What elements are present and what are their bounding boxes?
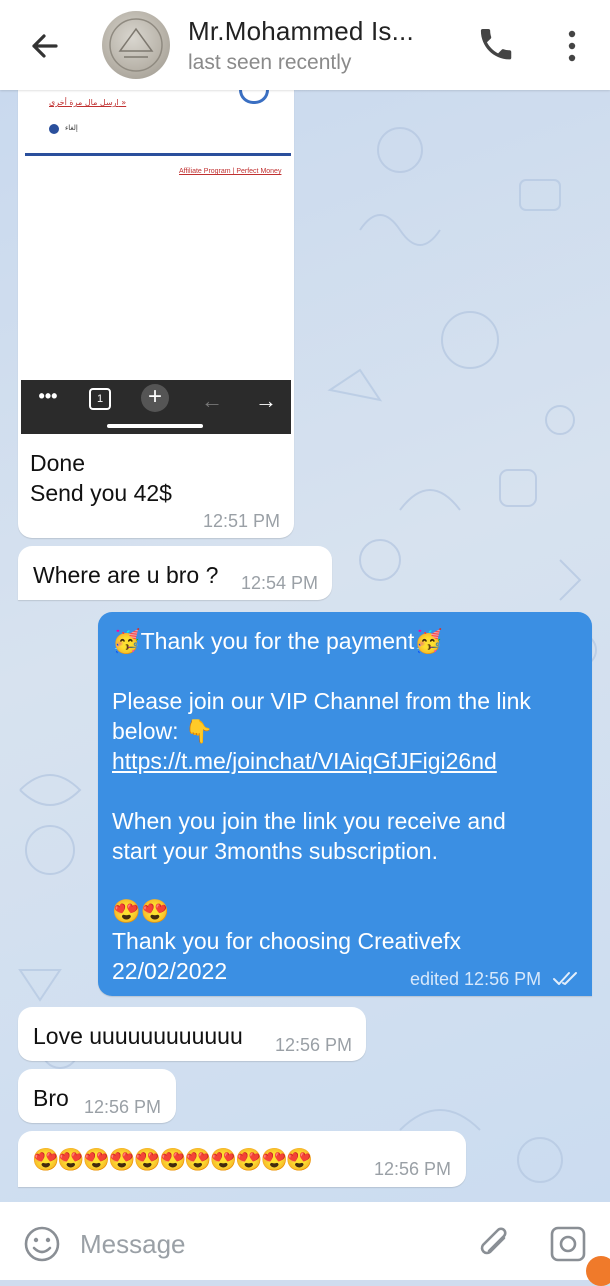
message-time: edited 12:56 PM — [410, 969, 542, 989]
message-text: 😍😍😍😍😍😍😍😍😍😍😍 — [32, 1147, 313, 1172]
camera-icon[interactable] — [548, 1224, 588, 1264]
browser-navbar: ••• 1 + ← → — [21, 380, 291, 434]
arabic-link: ارسل مال مرة أخرى » — [49, 98, 127, 107]
message-text: Done Send you 42$ — [30, 450, 172, 506]
chat-header: Mr.Mohammed Is... last seen recently — [0, 0, 610, 90]
message-time: 12:56 PM — [275, 1035, 353, 1055]
phone-icon[interactable] — [474, 24, 518, 68]
small-label: إلغاء — [65, 124, 78, 132]
message-bubble-outgoing[interactable]: 🥳Thank you for the payment🥳 Please join … — [98, 612, 592, 996]
avatar[interactable] — [102, 11, 170, 79]
arrow-back-icon[interactable]: ← — [199, 388, 225, 416]
message-line: 🥳Thank you for the payment🥳 — [112, 628, 443, 654]
message-time: 12:56 PM — [374, 1159, 452, 1179]
message-text: Love uuuuuuuuuuuu — [33, 1023, 243, 1049]
attach-icon[interactable] — [476, 1224, 514, 1264]
message-line: When you join the link you receive and — [112, 808, 506, 834]
image-attachment[interactable]: ارسل مال مرة أخرى » إلغاء Affiliate Prog… — [21, 90, 291, 434]
message-bubble-incoming[interactable]: Bro 12:56 PM — [18, 1069, 176, 1123]
tab-count-icon[interactable]: 1 — [89, 388, 111, 410]
message-time: 12:51 PM — [203, 511, 281, 531]
message-input-bar: Message — [0, 1202, 610, 1280]
message-line: start your 3months subscription. — [112, 838, 438, 864]
message-input[interactable]: Message — [80, 1229, 186, 1260]
radio-icon — [49, 124, 59, 134]
contact-name[interactable]: Mr.Mohammed Is... — [188, 16, 414, 47]
emoji-icon[interactable] — [22, 1224, 62, 1264]
message-bubble-incoming[interactable]: Where are u bro ? 12:54 PM — [18, 546, 332, 600]
message-time: 12:54 PM — [241, 573, 319, 593]
message-line: 22/02/2022 — [112, 958, 228, 984]
message-line: below: 👇 — [112, 718, 214, 744]
arrow-forward-icon[interactable]: → — [253, 388, 279, 416]
invite-link[interactable]: https://t.me/joinchat/VIAiqGfJFigi26nd — [112, 746, 497, 776]
message-text: Bro — [33, 1085, 69, 1111]
message-time: 12:56 PM — [84, 1097, 162, 1117]
home-indicator — [107, 424, 203, 428]
message-text: Where are u bro ? — [33, 562, 219, 588]
more-horiz-icon[interactable]: ••• — [35, 386, 61, 414]
last-seen-status: last seen recently — [188, 51, 352, 74]
message-line: 😍😍 — [112, 898, 170, 924]
message-line: Thank you for choosing Creativefx — [112, 928, 462, 954]
footer-links: Affiliate Program | Perfect Money — [179, 168, 282, 175]
divider — [25, 153, 291, 156]
message-bubble-incoming[interactable]: Love uuuuuuuuuuuu 12:56 PM — [18, 1007, 366, 1061]
notification-badge — [586, 1256, 610, 1286]
message-bubble-incoming[interactable]: 😍😍😍😍😍😍😍😍😍😍😍 12:56 PM — [18, 1131, 466, 1187]
double-check-icon — [552, 968, 582, 988]
more-vert-icon[interactable] — [552, 24, 592, 68]
back-arrow-icon[interactable] — [22, 24, 66, 68]
new-tab-icon[interactable]: + — [141, 384, 169, 412]
message-line: Please join our VIP Channel from the lin… — [112, 688, 531, 714]
